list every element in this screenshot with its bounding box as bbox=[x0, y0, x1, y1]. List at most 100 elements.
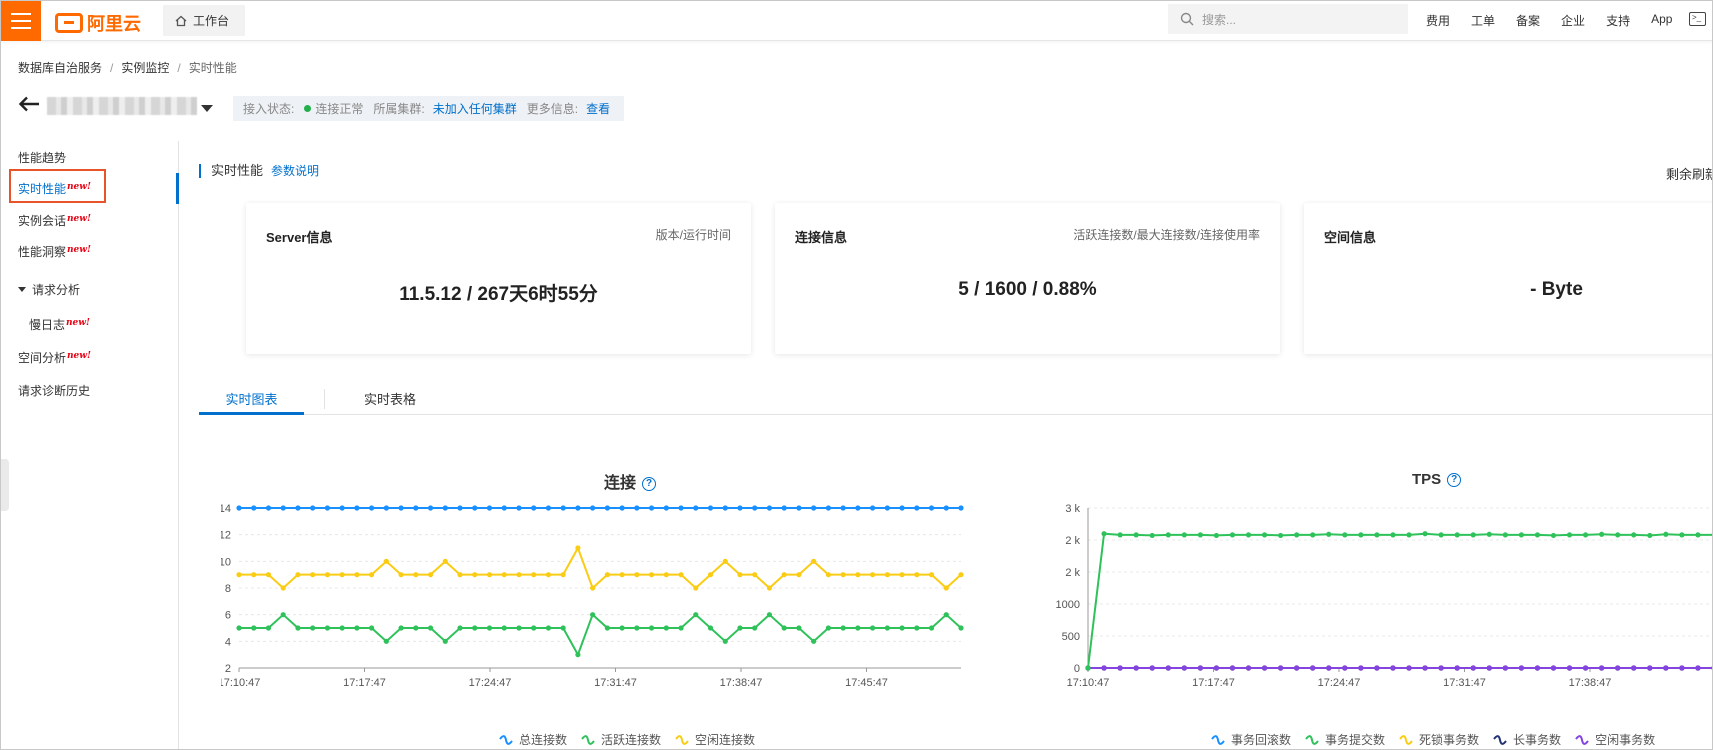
sidebar-item-space-analysis[interactable]: 空间分析new! bbox=[18, 349, 91, 366]
data-point bbox=[693, 585, 699, 591]
data-point bbox=[840, 572, 846, 578]
nav-enterprise[interactable]: 企业 bbox=[1561, 12, 1585, 29]
data-point bbox=[1326, 665, 1332, 671]
data-point bbox=[1582, 532, 1589, 538]
sidebar-item-perf-trend[interactable]: 性能趋势 bbox=[18, 149, 66, 166]
data-point bbox=[678, 572, 684, 578]
menu-icon[interactable] bbox=[1, 1, 41, 41]
data-point bbox=[1374, 665, 1380, 671]
tab-realtime-chart[interactable]: 实时图表 bbox=[199, 389, 304, 415]
sidebar-group-request-analysis[interactable]: 请求分析 bbox=[18, 281, 80, 298]
sidebar-item-label: 性能趋势 bbox=[18, 151, 67, 165]
search-input[interactable]: 搜索... bbox=[1168, 4, 1408, 34]
x-tick-label: 17:10:47 bbox=[221, 677, 260, 689]
sidebar-item-slow-log[interactable]: 慢日志new! bbox=[29, 316, 90, 333]
data-point bbox=[486, 625, 493, 631]
data-point bbox=[1085, 665, 1091, 671]
data-point bbox=[310, 572, 316, 578]
data-point bbox=[1149, 532, 1155, 539]
connection-info-card: 连接信息 活跃连接数/最大连接数/连接使用率 5 / 1600 / 0.88% bbox=[775, 203, 1280, 354]
data-point bbox=[634, 625, 640, 631]
sidebar-item-realtime-perf[interactable]: 实时性能new! bbox=[18, 180, 91, 197]
more-info-link[interactable]: 查看 bbox=[586, 100, 610, 117]
data-point bbox=[1599, 531, 1605, 537]
nav-app[interactable]: App bbox=[1651, 12, 1672, 29]
tab-realtime-table[interactable]: 实时表格 bbox=[364, 389, 444, 415]
data-point bbox=[413, 505, 419, 511]
data-point bbox=[457, 625, 463, 631]
data-point bbox=[516, 625, 522, 631]
sidebar-item-diagnosis-history[interactable]: 请求诊断历史 bbox=[18, 382, 90, 399]
instance-name-redacted[interactable] bbox=[47, 97, 197, 115]
section-title-text: 实时性能 bbox=[211, 163, 264, 178]
more-info-label: 更多信息: bbox=[526, 102, 579, 116]
data-point bbox=[457, 572, 463, 578]
sidebar-item-perf-insight[interactable]: 性能洞察new! bbox=[18, 243, 91, 260]
data-point bbox=[1390, 532, 1396, 538]
y-tick-label: 6 bbox=[225, 610, 231, 622]
help-icon[interactable]: ? bbox=[1447, 473, 1462, 487]
instance-status-bar: 接入状态: 连接正常 所属集群: 未加入任何集群 更多信息: 查看 bbox=[233, 96, 624, 121]
data-point bbox=[869, 505, 876, 511]
data-point bbox=[575, 652, 581, 658]
data-point bbox=[619, 572, 625, 578]
legend-item[interactable]: 总连接数 bbox=[499, 731, 567, 748]
breadcrumb-item-das[interactable]: 数据库自治服务 bbox=[18, 61, 102, 75]
aliyun-logo[interactable]: 阿里云 bbox=[55, 10, 141, 36]
terminal-icon[interactable]: >_ bbox=[1689, 12, 1706, 26]
legend-label: 活跃连接数 bbox=[601, 733, 662, 747]
data-point bbox=[855, 505, 861, 511]
data-point bbox=[899, 505, 905, 511]
data-point bbox=[236, 572, 242, 578]
data-point bbox=[413, 625, 419, 631]
instance-dropdown-icon[interactable] bbox=[201, 105, 213, 112]
data-point bbox=[354, 505, 360, 511]
legend-wave-icon bbox=[1493, 734, 1507, 745]
data-point bbox=[383, 558, 389, 564]
param-doc-link[interactable]: 参数说明 bbox=[271, 164, 319, 178]
data-point bbox=[663, 625, 669, 631]
back-arrow-icon[interactable] bbox=[18, 96, 40, 112]
data-point bbox=[811, 638, 817, 644]
breadcrumb-item-current: 实时性能 bbox=[188, 61, 237, 75]
data-point bbox=[796, 572, 802, 578]
sidebar-collapse-handle[interactable] bbox=[1, 459, 9, 511]
legend-wave-icon bbox=[581, 734, 595, 745]
data-point bbox=[855, 625, 861, 631]
data-point bbox=[619, 625, 625, 631]
data-point bbox=[604, 505, 610, 511]
legend-item[interactable]: 死锁事务数 bbox=[1399, 731, 1479, 748]
data-point bbox=[545, 625, 552, 631]
data-point bbox=[265, 505, 272, 511]
legend-label: 总连接数 bbox=[519, 733, 568, 747]
sidebar-item-sessions[interactable]: 实例会话new! bbox=[18, 212, 91, 229]
data-point bbox=[884, 572, 890, 578]
data-point bbox=[590, 612, 596, 618]
legend-item[interactable]: 空闲事务数 bbox=[1575, 731, 1655, 748]
x-tick-label: 17:45:47 bbox=[845, 677, 888, 689]
legend-wave-icon bbox=[499, 734, 513, 745]
nav-support[interactable]: 支持 bbox=[1606, 12, 1630, 29]
x-tick-label: 17:10:47 bbox=[1067, 677, 1110, 689]
legend-item[interactable]: 事务提交数 bbox=[1305, 731, 1385, 748]
breadcrumb-item-monitor[interactable]: 实例监控 bbox=[121, 61, 169, 75]
data-point bbox=[1470, 665, 1476, 671]
cluster-link[interactable]: 未加入任何集群 bbox=[433, 100, 517, 117]
nav-ticket[interactable]: 工单 bbox=[1471, 12, 1495, 29]
data-point bbox=[1294, 532, 1300, 538]
nav-icp[interactable]: 备案 bbox=[1516, 12, 1540, 29]
legend-item[interactable]: 空闲连接数 bbox=[675, 731, 755, 748]
data-point bbox=[324, 572, 331, 578]
data-point bbox=[590, 585, 596, 591]
legend-item[interactable]: 长事务数 bbox=[1493, 731, 1561, 748]
legend-item[interactable]: 活跃连接数 bbox=[581, 731, 661, 748]
legend-item[interactable]: 事务回滚数 bbox=[1211, 731, 1291, 748]
nav-billing[interactable]: 费用 bbox=[1426, 12, 1450, 29]
help-icon[interactable]: ? bbox=[642, 477, 657, 491]
workbench-button[interactable]: 工作台 bbox=[163, 5, 245, 36]
cluster-label: 所属集群: bbox=[373, 102, 425, 116]
data-point bbox=[648, 625, 655, 631]
data-point bbox=[369, 572, 375, 578]
data-point bbox=[1406, 665, 1412, 671]
data-point bbox=[899, 625, 905, 631]
